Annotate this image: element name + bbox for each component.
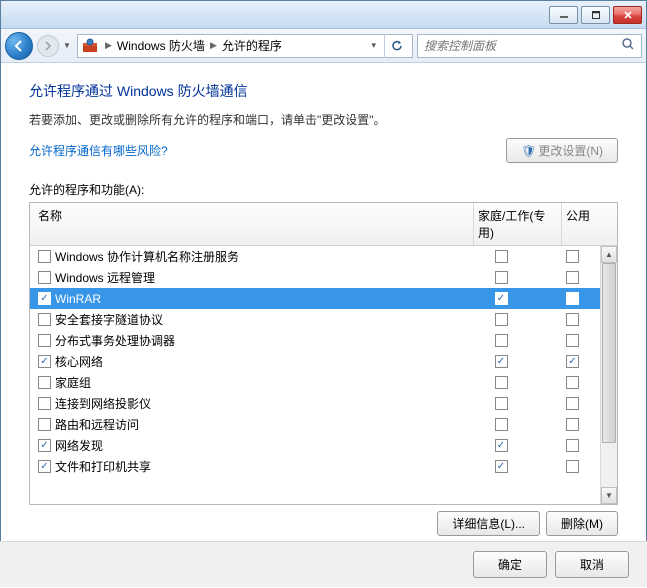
program-name: 安全套接字隧道协议 xyxy=(55,311,163,328)
address-bar[interactable]: ▶ Windows 防火墙 ▶ 允许的程序 ▾ xyxy=(77,34,413,58)
enable-checkbox[interactable] xyxy=(38,250,51,263)
program-name: 连接到网络投影仪 xyxy=(55,395,151,412)
risk-link[interactable]: 允许程序通信有哪些风险? xyxy=(29,142,168,159)
table-row[interactable]: 安全套接字隧道协议 xyxy=(30,309,617,330)
public-checkbox[interactable] xyxy=(566,418,579,431)
ok-button[interactable]: 确定 xyxy=(473,551,547,578)
program-name: 家庭组 xyxy=(55,374,91,391)
page-title: 允许程序通过 Windows 防火墙通信 xyxy=(29,81,618,101)
home-checkbox[interactable]: ✓ xyxy=(495,292,508,305)
scroll-up-icon[interactable]: ▲ xyxy=(601,246,617,263)
enable-checkbox[interactable] xyxy=(38,397,51,410)
table-row[interactable]: 连接到网络投影仪 xyxy=(30,393,617,414)
shield-icon: 🛡 xyxy=(521,144,536,158)
list-label: 允许的程序和功能(A): xyxy=(29,181,618,198)
table-row[interactable]: ✓ 文件和打印机共享 ✓ xyxy=(30,456,617,477)
enable-checkbox[interactable] xyxy=(38,376,51,389)
cancel-button[interactable]: 取消 xyxy=(555,551,629,578)
scroll-down-icon[interactable]: ▼ xyxy=(601,487,617,504)
titlebar xyxy=(1,1,646,29)
history-dropdown-icon[interactable]: ▼ xyxy=(63,41,73,50)
home-checkbox[interactable]: ✓ xyxy=(495,460,508,473)
breadcrumb-item[interactable]: Windows 防火墙 xyxy=(117,37,205,54)
public-checkbox[interactable] xyxy=(566,271,579,284)
firewall-icon xyxy=(82,38,98,54)
table-row[interactable]: 路由和远程访问 xyxy=(30,414,617,435)
public-checkbox[interactable] xyxy=(566,439,579,452)
chevron-right-icon[interactable]: ▶ xyxy=(102,40,115,51)
scroll-thumb[interactable] xyxy=(602,263,616,443)
column-name[interactable]: 名称 xyxy=(30,203,474,245)
list-header: 名称 家庭/工作(专用) 公用 xyxy=(30,203,617,246)
public-checkbox[interactable] xyxy=(566,250,579,263)
change-settings-button[interactable]: 🛡更改设置(N) xyxy=(506,138,618,163)
forward-button xyxy=(37,35,59,57)
table-row[interactable]: Windows 协作计算机名称注册服务 xyxy=(30,246,617,267)
window-buttons xyxy=(549,6,642,24)
chevron-right-icon[interactable]: ▶ xyxy=(207,40,220,51)
home-checkbox[interactable] xyxy=(495,250,508,263)
enable-checkbox[interactable] xyxy=(38,313,51,326)
table-row[interactable]: Windows 远程管理 xyxy=(30,267,617,288)
home-checkbox[interactable] xyxy=(495,376,508,389)
enable-checkbox[interactable]: ✓ xyxy=(38,439,51,452)
program-name: 路由和远程访问 xyxy=(55,416,139,433)
table-row[interactable]: ✓ 核心网络 ✓ ✓ xyxy=(30,351,617,372)
program-name: 分布式事务处理协调器 xyxy=(55,332,175,349)
maximize-button[interactable] xyxy=(581,6,610,24)
search-box[interactable] xyxy=(417,34,642,58)
scrollbar[interactable]: ▲ ▼ xyxy=(600,246,617,504)
enable-checkbox[interactable]: ✓ xyxy=(38,292,51,305)
public-checkbox[interactable] xyxy=(566,397,579,410)
table-row[interactable]: 分布式事务处理协调器 xyxy=(30,330,617,351)
table-row[interactable]: ✓ 网络发现 ✓ xyxy=(30,435,617,456)
program-name: 文件和打印机共享 xyxy=(55,458,151,475)
home-checkbox[interactable] xyxy=(495,418,508,431)
program-name: Windows 远程管理 xyxy=(55,269,155,286)
home-checkbox[interactable]: ✓ xyxy=(495,439,508,452)
home-checkbox[interactable] xyxy=(495,397,508,410)
table-row[interactable]: ✓ WinRAR ✓ xyxy=(30,288,617,309)
program-name: Windows 协作计算机名称注册服务 xyxy=(55,248,239,265)
dialog-footer: 确定 取消 xyxy=(0,541,647,587)
public-checkbox[interactable]: ✓ xyxy=(566,355,579,368)
enable-checkbox[interactable] xyxy=(38,334,51,347)
home-checkbox[interactable] xyxy=(495,271,508,284)
programs-list: 名称 家庭/工作(专用) 公用 Windows 协作计算机名称注册服务Windo… xyxy=(29,202,618,505)
close-button[interactable] xyxy=(613,6,642,24)
breadcrumb-dropdown-icon[interactable]: ▾ xyxy=(367,40,380,51)
back-button[interactable] xyxy=(5,32,33,60)
column-home[interactable]: 家庭/工作(专用) xyxy=(474,203,562,245)
breadcrumb: ▶ Windows 防火墙 ▶ 允许的程序 xyxy=(102,37,282,54)
navbar: ▼ ▶ Windows 防火墙 ▶ 允许的程序 ▾ xyxy=(1,29,646,63)
public-checkbox[interactable] xyxy=(566,334,579,347)
minimize-button[interactable] xyxy=(549,6,578,24)
page-subtext: 若要添加、更改或删除所有允许的程序和端口，请单击"更改设置"。 xyxy=(29,111,618,128)
list-body: Windows 协作计算机名称注册服务 Windows 远程管理 ✓ WinRAR ✓ 安… xyxy=(30,246,617,504)
enable-checkbox[interactable] xyxy=(38,418,51,431)
search-icon[interactable] xyxy=(621,37,635,54)
program-name: 核心网络 xyxy=(55,353,103,370)
details-button[interactable]: 详细信息(L)... xyxy=(437,511,540,536)
public-checkbox[interactable] xyxy=(566,376,579,389)
column-public[interactable]: 公用 xyxy=(562,203,617,245)
home-checkbox[interactable] xyxy=(495,313,508,326)
enable-checkbox[interactable]: ✓ xyxy=(38,355,51,368)
public-checkbox[interactable] xyxy=(566,313,579,326)
enable-checkbox[interactable] xyxy=(38,271,51,284)
content-area: 允许程序通过 Windows 防火墙通信 若要添加、更改或删除所有允许的程序和端… xyxy=(1,63,646,588)
search-input[interactable] xyxy=(424,39,617,53)
public-checkbox[interactable] xyxy=(566,292,579,305)
program-name: 网络发现 xyxy=(55,437,103,454)
program-name: WinRAR xyxy=(55,292,101,306)
refresh-button[interactable] xyxy=(384,34,408,58)
public-checkbox[interactable] xyxy=(566,460,579,473)
table-row[interactable]: 家庭组 xyxy=(30,372,617,393)
enable-checkbox[interactable]: ✓ xyxy=(38,460,51,473)
breadcrumb-item[interactable]: 允许的程序 xyxy=(222,37,282,54)
home-checkbox[interactable] xyxy=(495,334,508,347)
home-checkbox[interactable]: ✓ xyxy=(495,355,508,368)
remove-button[interactable]: 删除(M) xyxy=(546,511,618,536)
